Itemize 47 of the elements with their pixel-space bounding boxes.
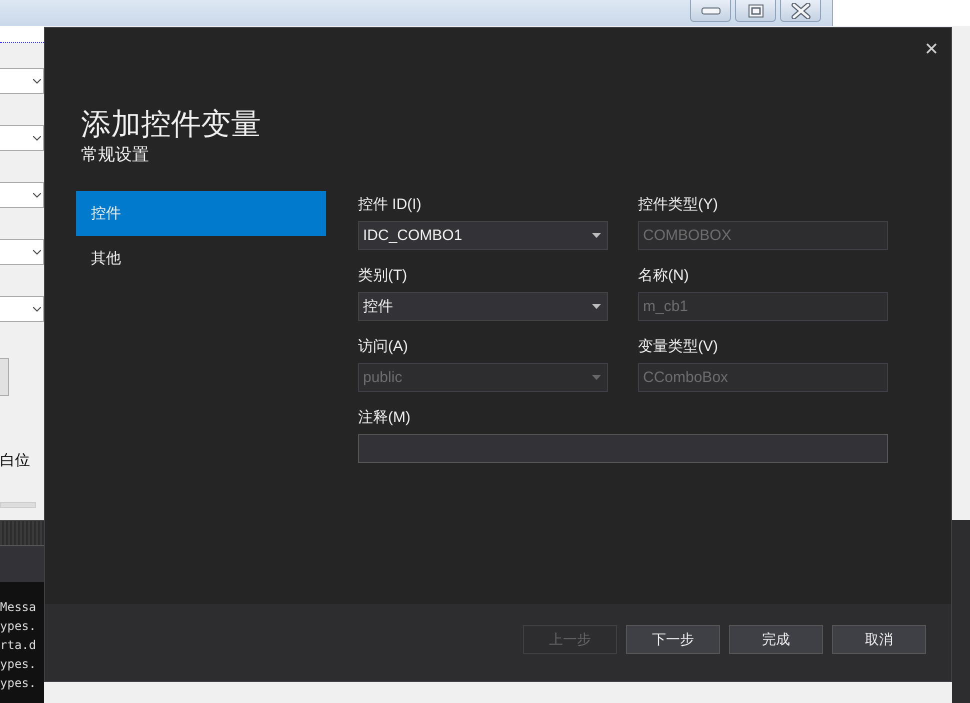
dropdown[interactable] (0, 182, 44, 208)
combo-box[interactable]: 控件 (358, 292, 608, 321)
field-label: 变量类型(V) (638, 337, 719, 357)
chevron-icon (33, 306, 41, 312)
dialog-button[interactable]: 完成 (729, 625, 823, 654)
field-label: 控件类型(Y) (638, 195, 719, 215)
output-line: Messa (0, 599, 36, 616)
dropdown-arrow-icon (592, 375, 601, 380)
output-line: ypes. (0, 675, 36, 692)
field-label: 名称(N) (638, 266, 690, 286)
chevron-icon (33, 136, 41, 140)
dialog-subtitle: 常规设置 (81, 144, 150, 166)
nav-item[interactable]: 其他 (76, 236, 326, 281)
dialog-title: 添加控件变量 (81, 107, 262, 143)
field-label: 类别(T) (358, 266, 408, 286)
form-label: 白位 (0, 451, 31, 470)
output-line: rta.d (0, 637, 36, 654)
close-icon (790, 2, 810, 18)
chevron-icon (33, 78, 41, 84)
panel-tab-bar (0, 545, 44, 582)
close-icon[interactable] (926, 43, 937, 54)
minimize-icon (700, 6, 720, 14)
maximize-button[interactable] (735, 0, 776, 22)
dialog-button[interactable]: 下一步 (626, 625, 720, 654)
dropdown[interactable] (0, 125, 44, 151)
dropdown[interactable] (0, 296, 44, 322)
dialog-button[interactable]: 取消 (832, 625, 926, 654)
chevron-icon (33, 192, 41, 198)
chevron-icon (33, 250, 41, 254)
dropdown-arrow-icon (592, 233, 601, 238)
dropdown[interactable] (0, 239, 44, 265)
input-field[interactable] (358, 434, 888, 463)
field-label: 访问(A) (358, 337, 409, 357)
form-header (0, 26, 44, 43)
dropdown-arrow-icon (592, 304, 601, 309)
combo-box[interactable]: IDC_COMBO1 (358, 221, 608, 250)
output-line: ypes. (0, 618, 36, 635)
close-button[interactable] (780, 0, 821, 22)
dropdown[interactable] (0, 68, 44, 94)
scrollbar[interactable] (0, 502, 36, 508)
form-button[interactable] (0, 358, 9, 396)
maximize-icon (748, 4, 764, 18)
minimize-button[interactable] (690, 0, 731, 22)
output-line: ypes. (0, 656, 36, 673)
field-label: 注释(M) (358, 408, 412, 428)
nav-item[interactable]: 控件 (76, 191, 326, 236)
field-label: 控件 ID(I) (358, 195, 422, 215)
